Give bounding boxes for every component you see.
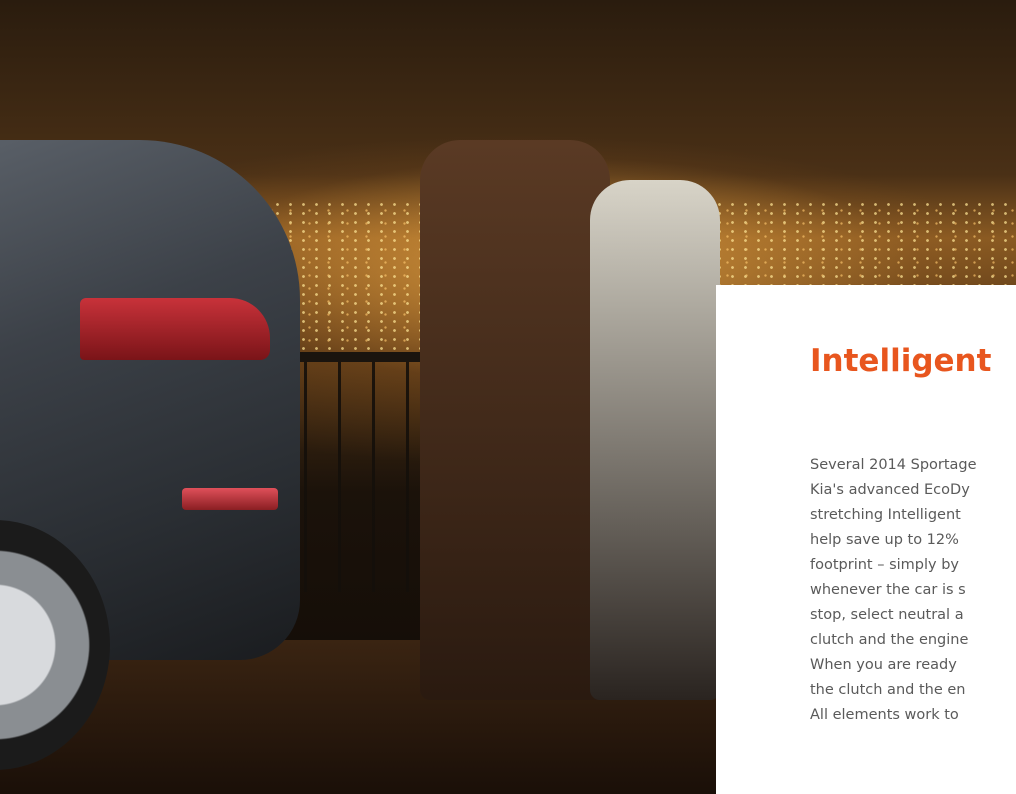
body-line: All elements work to — [810, 707, 959, 723]
body-line: clutch and the engine — [810, 632, 969, 648]
body-line: the clutch and the en — [810, 682, 966, 698]
panel-body: Several 2014 Sportage Kia's advanced Eco… — [810, 453, 1016, 728]
body-line: Kia's advanced EcoDy — [810, 482, 970, 498]
car-reflector — [182, 488, 278, 510]
body-line: stretching Intelligent — [810, 507, 961, 523]
content-panel: Intelligent Several 2014 Sportage Kia's … — [716, 285, 1016, 794]
body-line: When you are ready — [810, 657, 957, 673]
person-woman — [590, 180, 720, 700]
body-line: footprint – simply by — [810, 557, 959, 573]
body-line: whenever the car is s — [810, 582, 966, 598]
car-taillight — [80, 298, 270, 360]
person-man — [420, 140, 610, 700]
body-line: stop, select neutral a — [810, 607, 964, 623]
panel-heading: Intelligent — [810, 343, 992, 379]
body-line: Several 2014 Sportage — [810, 457, 977, 473]
body-line: help save up to 12% — [810, 532, 959, 548]
